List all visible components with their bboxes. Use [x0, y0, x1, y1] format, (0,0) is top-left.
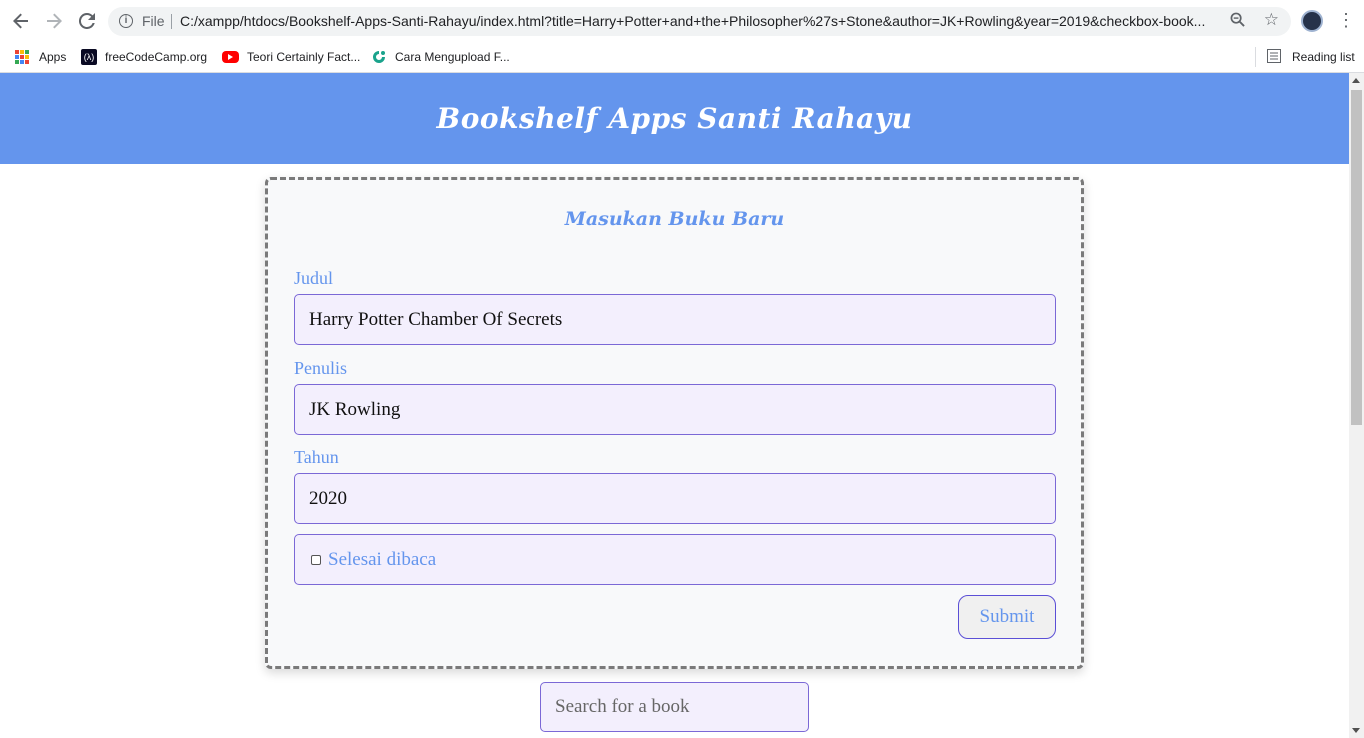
bookmark-label: Cara Mengupload F...	[395, 50, 510, 64]
judul-input[interactable]: Harry Potter Chamber Of Secrets	[294, 294, 1056, 345]
forward-arrow-icon[interactable]	[42, 9, 66, 33]
bookmarks-separator	[1255, 47, 1256, 67]
zoom-icon[interactable]	[1230, 12, 1245, 31]
address-bar[interactable]: i File C:/xampp/htdocs/Bookshelf-Apps-Sa…	[108, 7, 1291, 36]
bookmark-teori[interactable]: Teori Certainly Fact...	[222, 47, 360, 67]
reload-icon[interactable]	[75, 9, 99, 33]
profile-avatar[interactable]	[1301, 10, 1323, 32]
bookmark-label: Apps	[39, 50, 67, 64]
page-header: Bookshelf Apps Santi Rahayu	[0, 73, 1349, 164]
penulis-label: Penulis	[294, 358, 348, 378]
selesai-dibaca-label[interactable]: Selesai dibaca	[328, 549, 436, 571]
bookmark-label: freeCodeCamp.org	[105, 50, 208, 64]
tahun-value: 2020	[309, 487, 347, 509]
scroll-down-icon[interactable]	[1352, 728, 1360, 733]
file-label: File	[142, 13, 165, 29]
search-placeholder: Search for a book	[555, 696, 690, 717]
page-scrollbar[interactable]	[1349, 73, 1364, 738]
freecodecamp-icon: (λ)	[81, 49, 97, 65]
penulis-value: JK Rowling	[309, 398, 401, 420]
browser-toolbar: i File C:/xampp/htdocs/Bookshelf-Apps-Sa…	[0, 0, 1364, 42]
apps-grid-icon	[15, 50, 29, 64]
reading-list-button[interactable]: Reading list	[1267, 47, 1355, 67]
youtube-icon	[222, 51, 239, 63]
submit-button[interactable]: Submit	[958, 595, 1056, 639]
page-viewport: Bookshelf Apps Santi Rahayu Masukan Buku…	[0, 73, 1349, 738]
selesai-dibaca-row: Selesai dibaca	[294, 534, 1056, 585]
menu-kebab-icon[interactable]: ⋮	[1337, 9, 1355, 31]
judul-label: Judul	[294, 268, 334, 288]
form-title: Masukan Buku Baru	[564, 208, 785, 230]
url-text[interactable]: C:/xampp/htdocs/Bookshelf-Apps-Santi-Rah…	[180, 13, 1220, 29]
info-icon[interactable]: i	[119, 14, 133, 28]
page-title: Bookshelf Apps Santi Rahayu	[436, 102, 913, 135]
scroll-up-icon[interactable]	[1352, 78, 1360, 83]
address-separator	[171, 14, 172, 29]
tahun-input[interactable]: 2020	[294, 473, 1056, 524]
tahun-label: Tahun	[294, 447, 339, 467]
bookmark-freecodecamp[interactable]: (λ) freeCodeCamp.org	[81, 47, 207, 67]
back-arrow-icon[interactable]	[9, 9, 33, 33]
penulis-input[interactable]: JK Rowling	[294, 384, 1056, 435]
bookmark-cara[interactable]: Cara Mengupload F...	[371, 47, 510, 67]
add-book-form: Masukan Buku Baru Judul Harry Potter Cha…	[265, 177, 1084, 669]
bookmarks-bar: Apps (λ) freeCodeCamp.org Teori Certainl…	[0, 42, 1364, 73]
reading-list-icon	[1267, 49, 1283, 65]
reading-list-label: Reading list	[1292, 50, 1355, 64]
bookmark-star-icon[interactable]: ☆	[1264, 10, 1279, 30]
bookmark-label: Teori Certainly Fact...	[247, 50, 361, 64]
search-input[interactable]: Search for a book	[540, 682, 809, 732]
scroll-thumb[interactable]	[1351, 90, 1362, 425]
site-icon	[371, 49, 387, 65]
selesai-dibaca-checkbox[interactable]	[311, 554, 321, 565]
bookmark-apps[interactable]: Apps	[15, 47, 66, 67]
judul-value: Harry Potter Chamber Of Secrets	[309, 308, 563, 330]
